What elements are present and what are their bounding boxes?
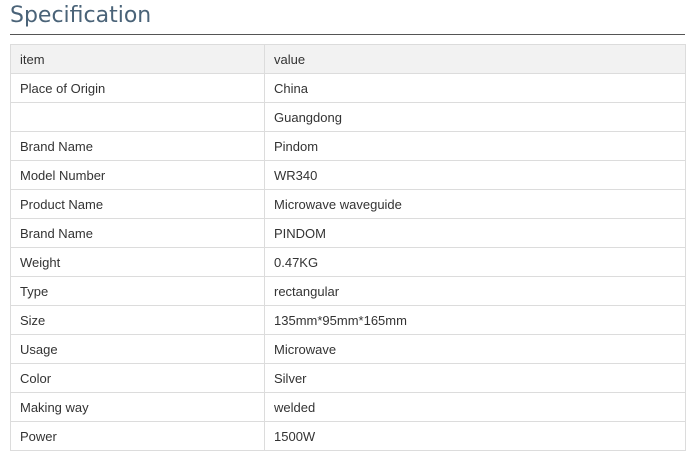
row-value-cell: 0.47KG — [264, 247, 686, 277]
row-item-cell: Type — [10, 276, 265, 306]
row-item-cell: Place of Origin — [10, 73, 265, 103]
table-row: Type rectangular — [10, 276, 686, 306]
row-value-cell: welded — [264, 392, 686, 422]
specification-table: item value Place of Origin China Guangdong… — [10, 44, 686, 451]
row-value-cell: 1500W — [264, 421, 686, 451]
row-item-cell: Product Name — [10, 189, 265, 219]
table-row: Weight 0.47KG — [10, 247, 686, 277]
row-value-cell: Microwave — [264, 334, 686, 364]
row-value-cell: 135mm*95mm*165mm — [264, 305, 686, 335]
row-value-cell: China — [264, 73, 686, 103]
row-item-cell: Usage — [10, 334, 265, 364]
row-item-cell: Weight — [10, 247, 265, 277]
header-value: value — [264, 44, 686, 74]
row-value-cell: WR340 — [264, 160, 686, 190]
row-value-cell: PINDOM — [264, 218, 686, 248]
row-item-cell: Power — [10, 421, 265, 451]
row-item-cell — [10, 102, 265, 132]
table-row: Power 1500W — [10, 421, 686, 451]
row-item-cell: Color — [10, 363, 265, 393]
table-row: Color Silver — [10, 363, 686, 393]
table-row: Place of Origin China — [10, 73, 686, 103]
row-item-cell: Model Number — [10, 160, 265, 190]
row-item-cell: Brand Name — [10, 218, 265, 248]
row-value-cell: Guangdong — [264, 102, 686, 132]
row-value-cell: Silver — [264, 363, 686, 393]
table-row: Guangdong — [10, 102, 686, 132]
title-divider — [10, 34, 685, 35]
table-row: Product Name Microwave waveguide — [10, 189, 686, 219]
table-row: Usage Microwave — [10, 334, 686, 364]
row-item-cell: Making way — [10, 392, 265, 422]
row-item-cell: Brand Name — [10, 131, 265, 161]
section-title: Specification — [10, 3, 152, 28]
table-row: Size 135mm*95mm*165mm — [10, 305, 686, 335]
row-value-cell: Microwave waveguide — [264, 189, 686, 219]
row-value-cell: rectangular — [264, 276, 686, 306]
header-item: item — [10, 44, 265, 74]
table-header-row: item value — [10, 44, 686, 74]
table-row: Brand Name Pindom — [10, 131, 686, 161]
row-value-cell: Pindom — [264, 131, 686, 161]
table-row: Making way welded — [10, 392, 686, 422]
row-item-cell: Size — [10, 305, 265, 335]
table-row: Brand Name PINDOM — [10, 218, 686, 248]
table-row: Model Number WR340 — [10, 160, 686, 190]
